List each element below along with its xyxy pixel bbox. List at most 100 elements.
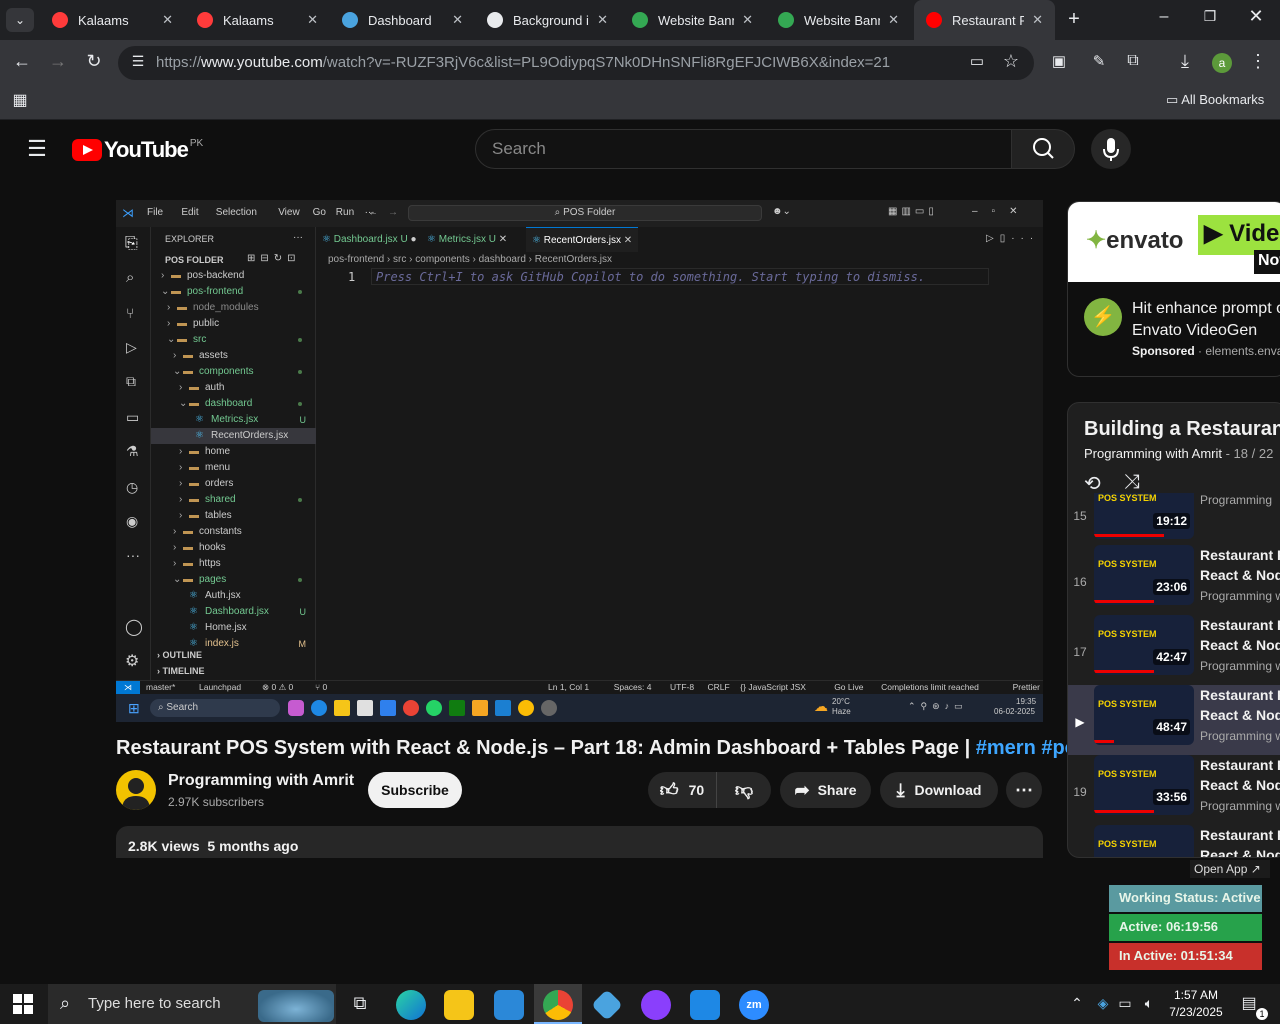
extension-icon[interactable]: ▣ <box>1048 52 1070 70</box>
browser-tab[interactable]: Dashboard ✕ <box>330 0 475 40</box>
playlist-item[interactable]: 16 POS SYSTEM 23:06 Restaurant PReact & Nod… <box>1068 545 1280 615</box>
tab-close-icon[interactable]: ✕ <box>452 12 463 28</box>
tab-close-icon[interactable]: ✕ <box>597 12 608 28</box>
hamburger-menu-icon[interactable]: ☰ <box>24 136 50 162</box>
share-button[interactable]: ➦ Share <box>780 772 871 808</box>
file-icon: ⚛ <box>195 430 204 441</box>
browser-tab[interactable]: Website Bann ✕ <box>620 0 765 40</box>
playlist-item[interactable]: 15POS SYSTEM19:12React & NodProgramming <box>1068 493 1280 549</box>
modified-dot-icon <box>298 338 302 342</box>
unsaved-dot-icon: ● <box>407 234 417 245</box>
explorer-tree-item: › ▬ constants <box>151 524 316 540</box>
chrome-icon[interactable] <box>543 990 573 1020</box>
folder-icon: ▬ <box>183 574 193 585</box>
tray-overflow-icon[interactable]: ⌃ <box>1068 995 1086 1012</box>
bookmark-star-icon[interactable]: ☆ <box>1000 51 1022 72</box>
channel-name[interactable]: Programming with Amrit <box>168 772 354 790</box>
react-file-icon: ⚛ <box>322 234 334 245</box>
pen-extension-icon[interactable]: ✎ <box>1088 52 1110 70</box>
clock-date[interactable]: 7/23/2025 <box>1164 1005 1228 1019</box>
more-actions-button[interactable]: ⋯ <box>1006 772 1042 808</box>
start-button[interactable] <box>12 993 36 1015</box>
chrome-menu-icon[interactable]: ⋮ <box>1248 51 1268 72</box>
status-item: Launchpad <box>199 682 242 692</box>
browser-tab[interactable]: Website Bann ✕ <box>766 0 911 40</box>
folder-title: POS FOLDER <box>165 255 224 265</box>
window-close-button[interactable]: ✕ <box>1242 6 1270 27</box>
profile-avatar[interactable]: a <box>1212 53 1232 73</box>
explorer-tree-item: › ▬ hooks <box>151 540 316 556</box>
download-icon[interactable]: ⤓ <box>1174 51 1196 72</box>
like-button[interactable]: 👍︎ 70 <box>648 772 716 808</box>
browser-tab[interactable]: Background i ✕ <box>475 0 620 40</box>
dislike-button[interactable]: 👎︎ <box>716 772 771 808</box>
tree-item-label: Auth.jsx <box>205 590 241 601</box>
clock-time[interactable]: 1:57 AM <box>1170 988 1222 1002</box>
github-desktop-icon[interactable] <box>641 990 671 1020</box>
forward-arrow-icon[interactable]: → <box>46 51 70 72</box>
window-minimize-button[interactable]: – <box>1150 8 1178 26</box>
task-view-icon[interactable]: ⧉ <box>348 993 372 1014</box>
back-arrow-icon[interactable]: ← <box>10 51 34 72</box>
reload-icon[interactable]: ↻ <box>82 51 106 72</box>
edge-icon[interactable] <box>396 990 426 1020</box>
tab-close-icon[interactable]: ✕ <box>307 12 318 28</box>
playlist-item[interactable]: ▶ POS SYSTEM 48:47 Restaurant PReact & Node… <box>1068 685 1280 755</box>
chevron-right-icon: › <box>173 542 177 553</box>
tab-close-icon[interactable]: ✕ <box>742 12 753 28</box>
file-explorer-icon[interactable] <box>444 990 474 1020</box>
channel-avatar[interactable] <box>116 770 156 810</box>
playlist-item[interactable]: 19 POS SYSTEM 33:56 Restaurant PReact & Nod… <box>1068 755 1280 825</box>
puzzle-extensions-icon[interactable]: ⧉ <box>1122 52 1144 70</box>
explorer-tree-item: ⌄ ▬ dashboard <box>151 396 316 412</box>
playlist-title[interactable]: Building a Restaurant P <box>1084 418 1280 441</box>
voice-search-button[interactable] <box>1091 129 1131 169</box>
editor-tab: ⚛ Dashboard.jsx U ● <box>316 227 421 252</box>
playlist-item[interactable]: 20 POS SYSTEM Restaurant PReact & Node <box>1068 825 1280 857</box>
volume-icon[interactable]: 🔈︎ <box>1140 995 1158 1012</box>
browser-tab[interactable]: Restaurant PC ✕ <box>914 0 1055 40</box>
tab-close-icon[interactable]: ✕ <box>1032 12 1043 28</box>
url-input[interactable]: https://www.youtube.com/watch?v=-RUZF3Rj… <box>118 46 1034 80</box>
new-tab-button[interactable]: + <box>1062 8 1086 32</box>
download-button[interactable]: ⤓ Download <box>880 772 998 808</box>
modified-dot-icon <box>298 402 302 406</box>
tree-item-label: Home.jsx <box>205 622 247 633</box>
browser-tab[interactable]: Kalaams ✕ <box>185 0 330 40</box>
browser-tab[interactable]: Kalaams ✕ <box>40 0 185 40</box>
description-box[interactable]: 2.8K views 5 months ago <box>116 826 1043 858</box>
vscode-icon[interactable] <box>690 990 720 1020</box>
explorer-tree-item: › ▬ https <box>151 556 316 572</box>
window-restore-button[interactable]: ❐ <box>1196 8 1224 25</box>
apps-grid-icon[interactable]: ▦ <box>10 90 30 110</box>
subscribe-button[interactable]: Subscribe <box>368 772 462 808</box>
tab-close-icon[interactable]: ✕ <box>888 12 899 28</box>
open-app-link[interactable]: Open App ↗ <box>1190 860 1270 878</box>
tree-item-label: shared <box>205 494 236 505</box>
tab-label: Kalaams <box>78 12 129 28</box>
ad-banner[interactable]: ✦envato ▶ Vide Now <box>1068 202 1280 282</box>
playlist-item-channel: Programming <box>1200 493 1273 507</box>
tab-search-button[interactable]: ⌄ <box>6 8 34 32</box>
tray-app-icon[interactable]: ◈ <box>1094 995 1112 1012</box>
network-icon[interactable]: ▭ <box>1116 995 1134 1012</box>
install-app-icon[interactable]: ▭ <box>966 52 988 70</box>
shuffle-icon[interactable]: ⤨ <box>1124 471 1140 494</box>
site-info-icon[interactable]: ☰ <box>128 53 148 70</box>
sponsored-ad-card[interactable]: ✦envato ▶ Vide Now ⚡ Hit enhance prompt … <box>1067 201 1280 377</box>
search-input[interactable]: Search <box>475 129 1012 169</box>
store-icon[interactable] <box>494 990 524 1020</box>
youtube-logo[interactable]: YouTube PK <box>72 136 203 164</box>
tree-item-label: home <box>205 446 231 457</box>
search-button[interactable] <box>1011 129 1075 169</box>
tab-close-icon[interactable]: ✕ <box>162 12 173 28</box>
video-player[interactable]: ⋊ File Edit Selection View Go Run ··· ← → ⌕ PO… <box>116 200 1043 722</box>
all-bookmarks-button[interactable]: ▭ All Bookmarks <box>1166 92 1264 108</box>
editor-tab-badge: U <box>397 234 408 245</box>
testing-icon: ⚗ <box>126 443 139 459</box>
playlist-item[interactable]: 17 POS SYSTEM 42:47 Restaurant PReact & Nod… <box>1068 615 1280 685</box>
zoom-icon[interactable]: zm <box>739 990 769 1020</box>
status-item: Prettier <box>1012 682 1040 692</box>
folder-icon: ▬ <box>177 334 187 345</box>
watch-progress-bar <box>1094 740 1114 743</box>
